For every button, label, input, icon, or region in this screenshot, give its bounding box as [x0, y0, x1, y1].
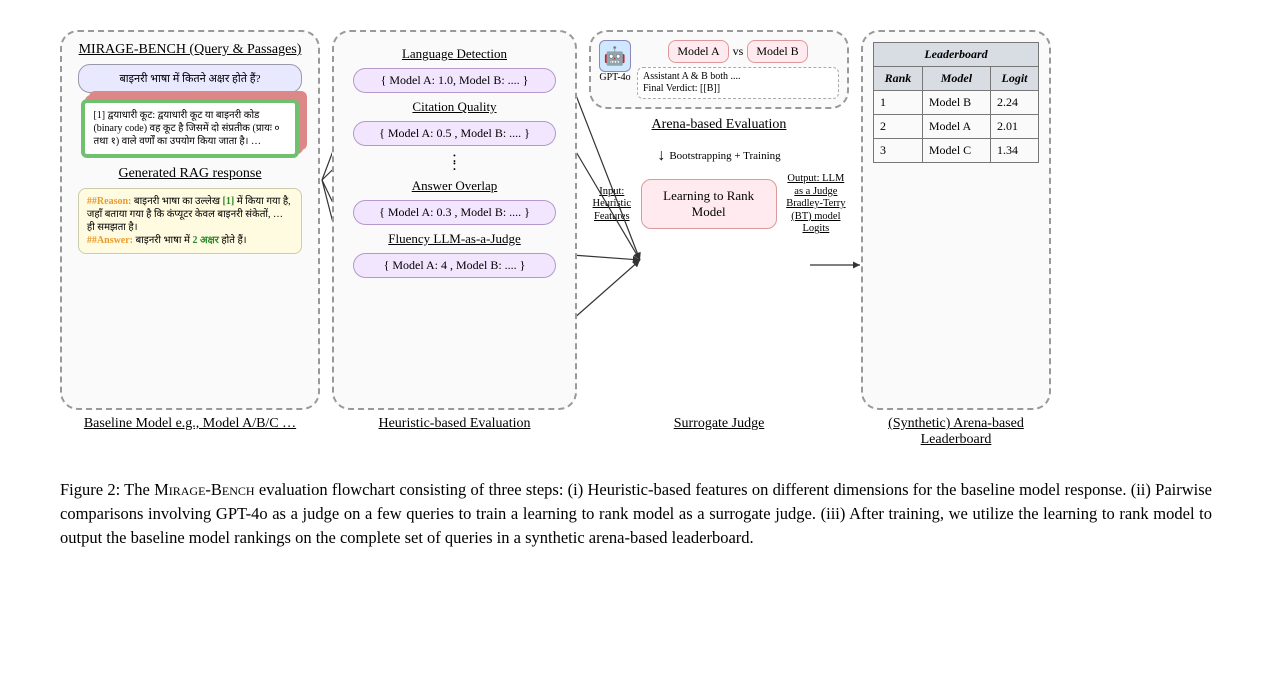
figure-caption: Figure 2: The Mirage-Bench evaluation fl…	[60, 478, 1212, 550]
surrogate-column: 🤖 GPT-4o Model A vs Model B Assistant A …	[589, 30, 849, 410]
robot-icon: 🤖	[599, 40, 631, 72]
col-model: Model	[922, 67, 990, 91]
cell-rank: 1	[874, 91, 923, 115]
gpt-judge: 🤖 GPT-4o	[599, 40, 631, 99]
cell-model: Model C	[922, 139, 990, 163]
table-row: 3 Model C 1.34	[874, 139, 1039, 163]
cell-model: Model B	[922, 91, 990, 115]
bootstrap-label: Bootstrapping + Training	[669, 150, 780, 162]
bottom-label-3: Surrogate Judge	[589, 416, 849, 448]
cell-logit: 1.34	[990, 139, 1038, 163]
table-row: 1 Model B 2.24	[874, 91, 1039, 115]
metric-2-title: Citation Quality	[412, 99, 496, 115]
model-b-chip: Model B	[747, 40, 807, 63]
query-box: बाइनरी भाषा में कितने अक्षर होते हैं?	[78, 64, 302, 93]
model-a-chip: Model A	[668, 40, 728, 63]
input-panel: MIRAGE-BENCH (Query & Passages) बाइनरी भ…	[60, 30, 320, 410]
answer-highlight: 2 अक्षर	[192, 235, 218, 246]
response-box: ##Reason: बाइनरी भाषा का उल्लेख [1] में …	[78, 188, 302, 254]
verdict-box: Assistant A & B both .... Final Verdict:…	[637, 67, 839, 99]
bottom-labels-row: Baseline Model e.g., Model A/B/C … Heuri…	[60, 416, 1212, 448]
reason-text-1: बाइनरी भाषा का उल्लेख	[131, 196, 222, 207]
vs-label: vs	[733, 44, 744, 59]
metric-3-value: { Model A: 0.3 , Model B: .... }	[353, 200, 556, 225]
cell-rank: 2	[874, 115, 923, 139]
col-rank: Rank	[874, 67, 923, 91]
metric-1-value: { Model A: 1.0, Model B: .... }	[353, 68, 556, 93]
metric-2-value: { Model A: 0.5 , Model B: .... }	[353, 121, 556, 146]
bottom-label-2: Heuristic-based Evaluation	[332, 416, 577, 448]
heuristic-panel: Language Detection { Model A: 1.0, Model…	[332, 30, 577, 410]
cell-logit: 2.24	[990, 91, 1038, 115]
citation-ref: [1]	[223, 196, 235, 207]
vs-row: Model A vs Model B	[637, 40, 839, 63]
verdict-line: Final Verdict: [[B]]	[643, 83, 833, 95]
assistant-line: Assistant A & B both ....	[643, 71, 833, 83]
metric-4-title: Fluency LLM-as-a-Judge	[388, 231, 521, 247]
answer-label: ##Answer:	[87, 235, 133, 246]
bottom-label-4: (Synthetic) Arena-based Leaderboard	[861, 416, 1051, 448]
ellipsis-icon: ::	[452, 152, 456, 172]
cell-rank: 3	[874, 139, 923, 163]
arena-section-title: Arena-based Evaluation	[652, 117, 787, 133]
table-row: 2 Model A 2.01	[874, 115, 1039, 139]
answer-text-1: बाइनरी भाषा में	[133, 235, 192, 246]
col-logit: Logit	[990, 67, 1038, 91]
gpt-label: GPT-4o	[599, 72, 630, 83]
metric-3-title: Answer Overlap	[412, 178, 498, 194]
input-panel-title: MIRAGE-BENCH (Query & Passages)	[79, 42, 302, 58]
leaderboard-header: Leaderboard	[874, 43, 1039, 67]
input-label: Input: Heuristic Features	[589, 186, 635, 224]
leaderboard-panel: Leaderboard Rank Model Logit 1 Model B 2…	[861, 30, 1051, 410]
metric-4-value: { Model A: 4 , Model B: .... }	[353, 253, 556, 278]
leaderboard-table: Leaderboard Rank Model Logit 1 Model B 2…	[873, 42, 1039, 163]
metric-1-title: Language Detection	[402, 46, 507, 62]
output-label: Output: LLM as a Judge Bradley-Terry (BT…	[783, 173, 849, 236]
diagram-row: MIRAGE-BENCH (Query & Passages) बाइनरी भ…	[60, 30, 1212, 410]
answer-text-2: होते हैं।	[219, 235, 247, 246]
response-title: Generated RAG response	[118, 166, 261, 182]
ltr-box: Learning to Rank Model	[641, 179, 777, 229]
passage-box: [1] द्वयाधारी कूट: द्वयाधारी कूट या बाइन…	[81, 99, 298, 158]
caption-name: Mirage-Bench	[154, 480, 255, 499]
reason-label: ##Reason:	[87, 196, 131, 207]
bottom-label-1: Baseline Model e.g., Model A/B/C …	[60, 416, 320, 448]
cell-model: Model A	[922, 115, 990, 139]
cell-logit: 2.01	[990, 115, 1038, 139]
caption-prefix: Figure 2: The	[60, 480, 154, 499]
arrow-down-icon: ↓	[657, 147, 665, 165]
arena-panel: 🤖 GPT-4o Model A vs Model B Assistant A …	[589, 30, 849, 109]
